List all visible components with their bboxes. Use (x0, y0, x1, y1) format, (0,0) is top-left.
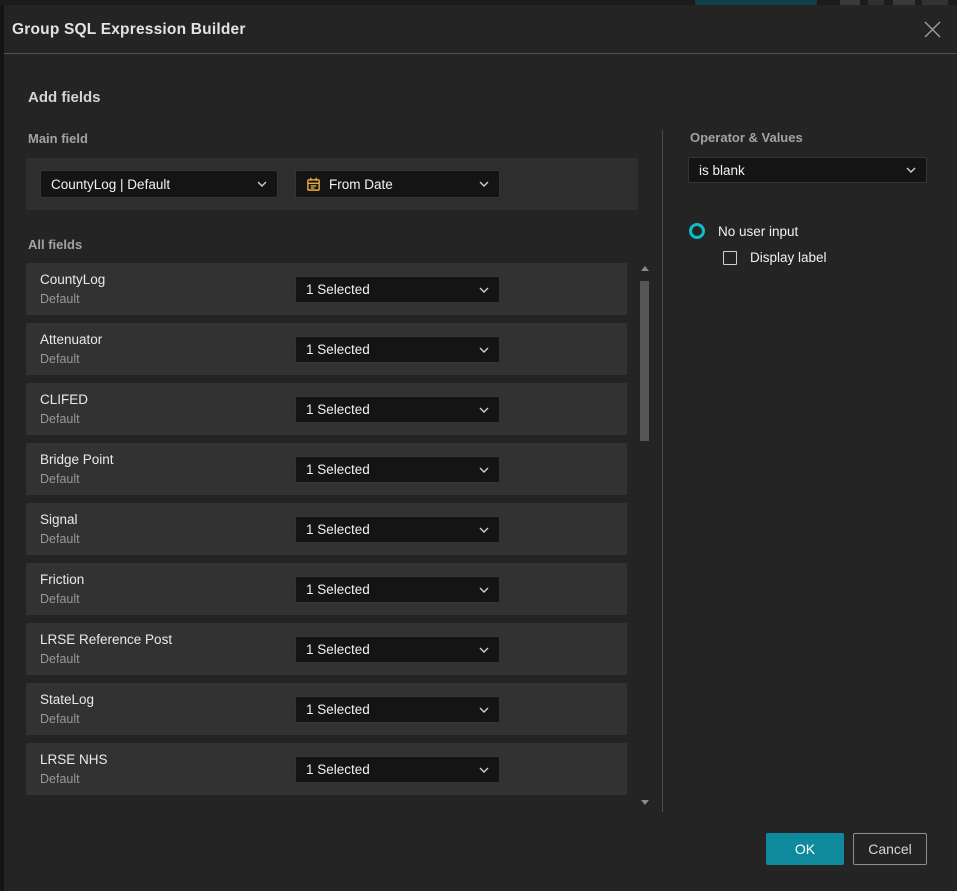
field-values-select[interactable]: 1 Selected (295, 636, 500, 663)
no-user-input-radio[interactable]: No user input (689, 223, 798, 239)
field-row: LRSE NHS Default 1 Selected (26, 743, 627, 795)
scrollbar-thumb[interactable] (640, 281, 649, 441)
close-button[interactable] (921, 18, 943, 40)
field-row: LRSE Reference Post Default 1 Selected (26, 623, 627, 675)
main-layer-select-value: CountyLog | Default (51, 177, 170, 192)
radio-selected-icon (689, 223, 705, 239)
panel-divider (662, 130, 663, 812)
field-values-select-value: 1 Selected (306, 582, 370, 597)
chevron-down-icon (479, 467, 489, 473)
chevron-down-icon (479, 407, 489, 413)
operator-select-value: is blank (699, 163, 745, 178)
chevron-down-icon (479, 527, 489, 533)
main-field-box: CountyLog | Default From Date (26, 158, 638, 210)
field-row: Friction Default 1 Selected (26, 563, 627, 615)
main-layer-select[interactable]: CountyLog | Default (40, 170, 278, 198)
field-name: LRSE NHS (40, 752, 108, 767)
all-fields-list: CountyLog Default 1 Selected Attenuator … (26, 263, 627, 803)
field-name: StateLog (40, 692, 94, 707)
field-values-select-value: 1 Selected (306, 462, 370, 477)
field-values-select[interactable]: 1 Selected (295, 276, 500, 303)
field-values-select[interactable]: 1 Selected (295, 576, 500, 603)
ok-button[interactable]: OK (766, 833, 844, 865)
field-name: LRSE Reference Post (40, 632, 172, 647)
field-sublabel: Default (40, 592, 80, 606)
operator-values-heading: Operator & Values (690, 130, 803, 145)
field-row: Bridge Point Default 1 Selected (26, 443, 627, 495)
field-values-select-value: 1 Selected (306, 342, 370, 357)
display-label-checkbox[interactable]: Display label (723, 250, 827, 265)
field-row: Signal Default 1 Selected (26, 503, 627, 555)
field-values-select[interactable]: 1 Selected (295, 456, 500, 483)
operator-select[interactable]: is blank (688, 157, 927, 183)
field-values-select-value: 1 Selected (306, 522, 370, 537)
chevron-down-icon (479, 181, 489, 187)
field-values-select-value: 1 Selected (306, 642, 370, 657)
field-sublabel: Default (40, 412, 80, 426)
field-sublabel: Default (40, 772, 80, 786)
main-field-select[interactable]: From Date (295, 170, 500, 198)
field-name: Friction (40, 572, 84, 587)
chevron-down-icon (479, 347, 489, 353)
field-name: Signal (40, 512, 78, 527)
field-sublabel: Default (40, 652, 80, 666)
add-fields-heading: Add fields (28, 89, 101, 106)
field-sublabel: Default (40, 472, 80, 486)
field-row: StateLog Default 1 Selected (26, 683, 627, 735)
field-values-select-value: 1 Selected (306, 702, 370, 717)
field-sublabel: Default (40, 712, 80, 726)
main-field-select-value: From Date (329, 177, 393, 192)
list-scrollbar[interactable] (639, 263, 651, 808)
all-fields-label: All fields (28, 237, 82, 252)
field-sublabel: Default (40, 352, 80, 366)
field-values-select-value: 1 Selected (306, 282, 370, 297)
field-values-select-value: 1 Selected (306, 762, 370, 777)
field-sublabel: Default (40, 532, 80, 546)
field-row: Attenuator Default 1 Selected (26, 323, 627, 375)
field-row: CLIFED Default 1 Selected (26, 383, 627, 435)
chevron-down-icon (479, 287, 489, 293)
chevron-down-icon (906, 167, 916, 173)
field-row: CountyLog Default 1 Selected (26, 263, 627, 315)
scroll-down-icon[interactable] (641, 800, 649, 805)
field-values-select[interactable]: 1 Selected (295, 696, 500, 723)
field-values-select[interactable]: 1 Selected (295, 396, 500, 423)
chevron-down-icon (479, 587, 489, 593)
main-field-label: Main field (28, 131, 88, 146)
field-sublabel: Default (40, 292, 80, 306)
group-sql-expression-builder-dialog: Group SQL Expression Builder Add fields … (4, 5, 957, 891)
dialog-header: Group SQL Expression Builder (4, 5, 957, 54)
radio-label: No user input (718, 224, 798, 239)
field-name: Bridge Point (40, 452, 114, 467)
cancel-button[interactable]: Cancel (853, 833, 927, 865)
scroll-up-icon[interactable] (641, 266, 649, 271)
field-name: Attenuator (40, 332, 102, 347)
dialog-title: Group SQL Expression Builder (12, 5, 246, 54)
chevron-down-icon (257, 181, 267, 187)
checkbox-label: Display label (750, 250, 827, 265)
field-values-select[interactable]: 1 Selected (295, 756, 500, 783)
field-name: CountyLog (40, 272, 105, 287)
field-values-select[interactable]: 1 Selected (295, 516, 500, 543)
field-values-select-value: 1 Selected (306, 402, 370, 417)
chevron-down-icon (479, 707, 489, 713)
chevron-down-icon (479, 767, 489, 773)
field-values-select[interactable]: 1 Selected (295, 336, 500, 363)
field-name: CLIFED (40, 392, 88, 407)
close-icon (924, 21, 941, 38)
checkbox-unchecked-icon (723, 251, 737, 265)
calendar-icon (306, 177, 321, 192)
chevron-down-icon (479, 647, 489, 653)
